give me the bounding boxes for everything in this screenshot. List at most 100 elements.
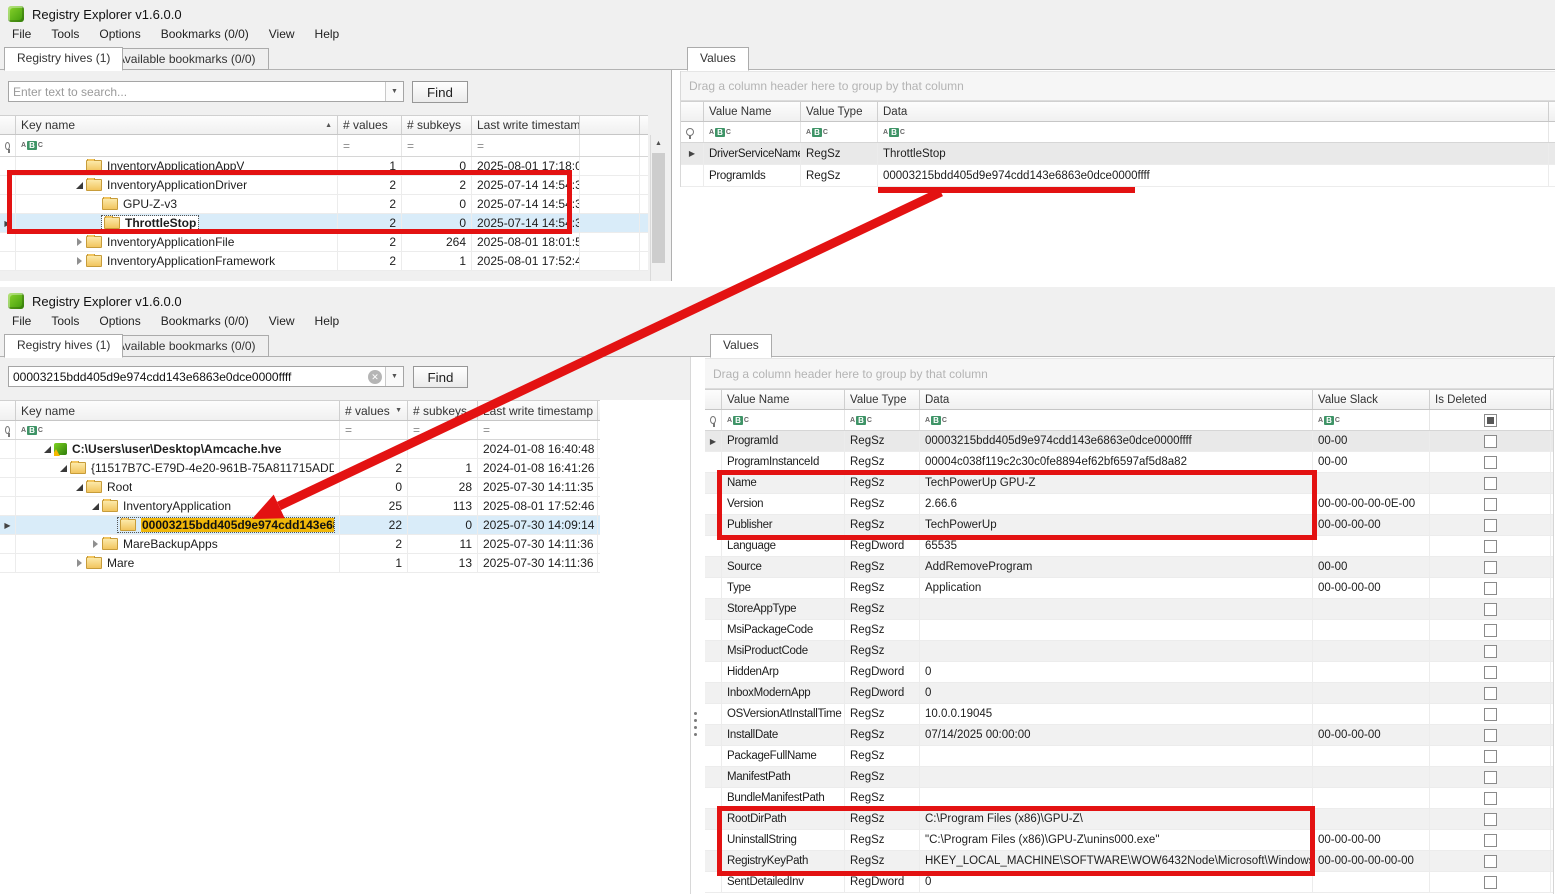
value-cell-slack[interactable]: [1313, 746, 1430, 766]
tree-cell-values[interactable]: 1: [340, 554, 408, 572]
tree-cell-keyname[interactable]: InventoryApplication: [16, 497, 340, 515]
tree-cell-keyname[interactable]: MareBackupApps: [16, 535, 340, 553]
value-row[interactable]: HiddenArpRegDword0: [705, 662, 1553, 683]
tree-cell-timestamp[interactable]: 2025-08-01 17:52:46: [478, 497, 598, 515]
expander-slot[interactable]: [56, 465, 70, 472]
value-cell-slack[interactable]: 00-00-00-00: [1313, 725, 1430, 745]
menu-item-bookmarks[interactable]: Bookmarks (0/0): [151, 311, 259, 331]
collapsed-node-icon[interactable]: [93, 540, 98, 548]
tree-cell-timestamp[interactable]: 2025-07-30 14:11:36: [478, 535, 598, 553]
value-cell-data[interactable]: 0: [920, 872, 1313, 892]
filter-cell[interactable]: ABC: [704, 122, 801, 142]
value-cell-isdeleted[interactable]: [1430, 704, 1551, 724]
filter-cell[interactable]: ABC: [1313, 410, 1430, 430]
bottom-search-input[interactable]: [9, 370, 368, 384]
checkbox-unchecked[interactable]: [1484, 498, 1497, 511]
scrollbar-thumb[interactable]: [652, 153, 665, 263]
collapsed-node-icon[interactable]: [77, 238, 82, 246]
value-cell-isdeleted[interactable]: [1430, 788, 1551, 808]
value-cell-slack[interactable]: 00-00: [1313, 431, 1430, 451]
value-cell-data[interactable]: "C:\Program Files (x86)\GPU-Z\unins000.e…: [920, 830, 1313, 850]
value-cell-data[interactable]: 0: [920, 662, 1313, 682]
expander-slot[interactable]: [72, 559, 86, 567]
value-cell-slack[interactable]: [1313, 809, 1430, 829]
value-cell-data[interactable]: 0: [920, 683, 1313, 703]
sort-descending-icon[interactable]: ▼: [392, 407, 402, 414]
checkbox-unchecked[interactable]: [1484, 456, 1497, 469]
top-find-button[interactable]: Find: [412, 81, 468, 103]
tab-registry-hives[interactable]: Registry hives (1): [4, 47, 123, 71]
checkbox-unchecked[interactable]: [1484, 435, 1497, 448]
menu-item-view[interactable]: View: [259, 311, 305, 331]
checkbox-unchecked[interactable]: [1484, 540, 1497, 553]
tab-available-bookmarks[interactable]: Available bookmarks (0/0): [104, 48, 269, 70]
value-cell-type[interactable]: RegDword: [845, 683, 920, 703]
value-cell-type[interactable]: RegSz: [845, 452, 920, 472]
value-cell-data[interactable]: 07/14/2025 00:00:00: [920, 725, 1313, 745]
value-row[interactable]: RootDirPathRegSzC:\Program Files (x86)\G…: [705, 809, 1553, 830]
value-cell-type[interactable]: RegDword: [845, 536, 920, 556]
menu-item-tools[interactable]: Tools: [41, 24, 89, 44]
expander-slot[interactable]: [72, 257, 86, 265]
value-cell-name[interactable]: ProgramIds: [704, 165, 801, 186]
tree-cell-keyname[interactable]: InventoryApplicationFramework: [16, 252, 338, 270]
tree-cell-keyname[interactable]: InventoryApplicationFile: [16, 233, 338, 251]
value-cell-type[interactable]: RegSz: [845, 620, 920, 640]
value-row[interactable]: SourceRegSzAddRemoveProgram00-00: [705, 557, 1553, 578]
value-cell-name[interactable]: InstallDate: [722, 725, 845, 745]
expanded-node-icon[interactable]: [44, 446, 51, 453]
column-header-timestamp[interactable]: Last write timestamp: [478, 401, 598, 420]
value-cell-type[interactable]: RegSz: [845, 851, 920, 871]
value-cell-isdeleted[interactable]: [1430, 473, 1551, 493]
value-cell-name[interactable]: Publisher: [722, 515, 845, 535]
value-row[interactable]: OSVersionAtInstallTimeRegSz10.0.0.19045: [705, 704, 1553, 725]
filter-cell[interactable]: =: [402, 135, 472, 156]
filter-cell[interactable]: [681, 122, 704, 142]
checkbox-unchecked[interactable]: [1484, 603, 1497, 616]
value-cell-type[interactable]: RegSz: [845, 767, 920, 787]
value-cell-slack[interactable]: [1313, 788, 1430, 808]
value-cell-name[interactable]: Name: [722, 473, 845, 493]
tree-cell-keyname[interactable]: InventoryApplicationDriver: [16, 176, 338, 194]
tree-cell-values[interactable]: 2: [340, 459, 408, 477]
column-header-values[interactable]: # values: [338, 116, 402, 134]
tree-cell-values[interactable]: 2: [340, 535, 408, 553]
value-cell-slack[interactable]: [1313, 599, 1430, 619]
value-cell-isdeleted[interactable]: [1430, 746, 1551, 766]
value-cell-slack[interactable]: 00-00-00-00: [1313, 830, 1430, 850]
value-cell-name[interactable]: RootDirPath: [722, 809, 845, 829]
column-header-value-type[interactable]: Value Type: [801, 102, 878, 121]
tree-cell-values[interactable]: 25: [340, 497, 408, 515]
column-header-timestamp[interactable]: Last write timestamp: [472, 116, 580, 134]
tree-cell-subkeys[interactable]: 0: [402, 157, 472, 175]
sort-ascending-icon[interactable]: ▲: [322, 122, 332, 129]
tree-cell-subkeys[interactable]: 1: [402, 252, 472, 270]
scroll-up-icon[interactable]: ▲: [651, 135, 666, 151]
checkbox-unchecked[interactable]: [1484, 624, 1497, 637]
checkbox-unchecked[interactable]: [1484, 729, 1497, 742]
expander-slot[interactable]: [72, 484, 86, 491]
tree-cell-subkeys[interactable]: 1: [408, 459, 478, 477]
value-cell-slack[interactable]: [1313, 683, 1430, 703]
tree-cell-values[interactable]: [340, 440, 408, 458]
checkbox-unchecked[interactable]: [1484, 645, 1497, 658]
value-cell-isdeleted[interactable]: [1430, 767, 1551, 787]
value-cell-data[interactable]: HKEY_LOCAL_MACHINE\SOFTWARE\WOW6432Node\…: [920, 851, 1313, 871]
tree-row[interactable]: MareBackupApps2112025-07-30 14:11:36: [0, 535, 600, 554]
value-cell-type[interactable]: RegSz: [845, 515, 920, 535]
value-cell-name[interactable]: OSVersionAtInstallTime: [722, 704, 845, 724]
top-search-input[interactable]: [9, 85, 385, 99]
filter-cell[interactable]: =: [472, 135, 580, 156]
value-cell-name[interactable]: PackageFullName: [722, 746, 845, 766]
value-row[interactable]: UninstallStringRegSz"C:\Program Files (x…: [705, 830, 1553, 851]
collapsed-node-icon[interactable]: [77, 559, 82, 567]
value-cell-type[interactable]: RegSz: [845, 725, 920, 745]
value-cell-slack[interactable]: [1313, 473, 1430, 493]
menu-item-tools[interactable]: Tools: [41, 311, 89, 331]
menu-item-view[interactable]: View: [259, 24, 305, 44]
value-cell-isdeleted[interactable]: [1430, 536, 1551, 556]
value-row[interactable]: SentDetailedInvRegDword0: [705, 872, 1553, 893]
value-cell-name[interactable]: Language: [722, 536, 845, 556]
tree-cell-keyname[interactable]: Mare: [16, 554, 340, 572]
filter-cell[interactable]: ABC: [845, 410, 920, 430]
